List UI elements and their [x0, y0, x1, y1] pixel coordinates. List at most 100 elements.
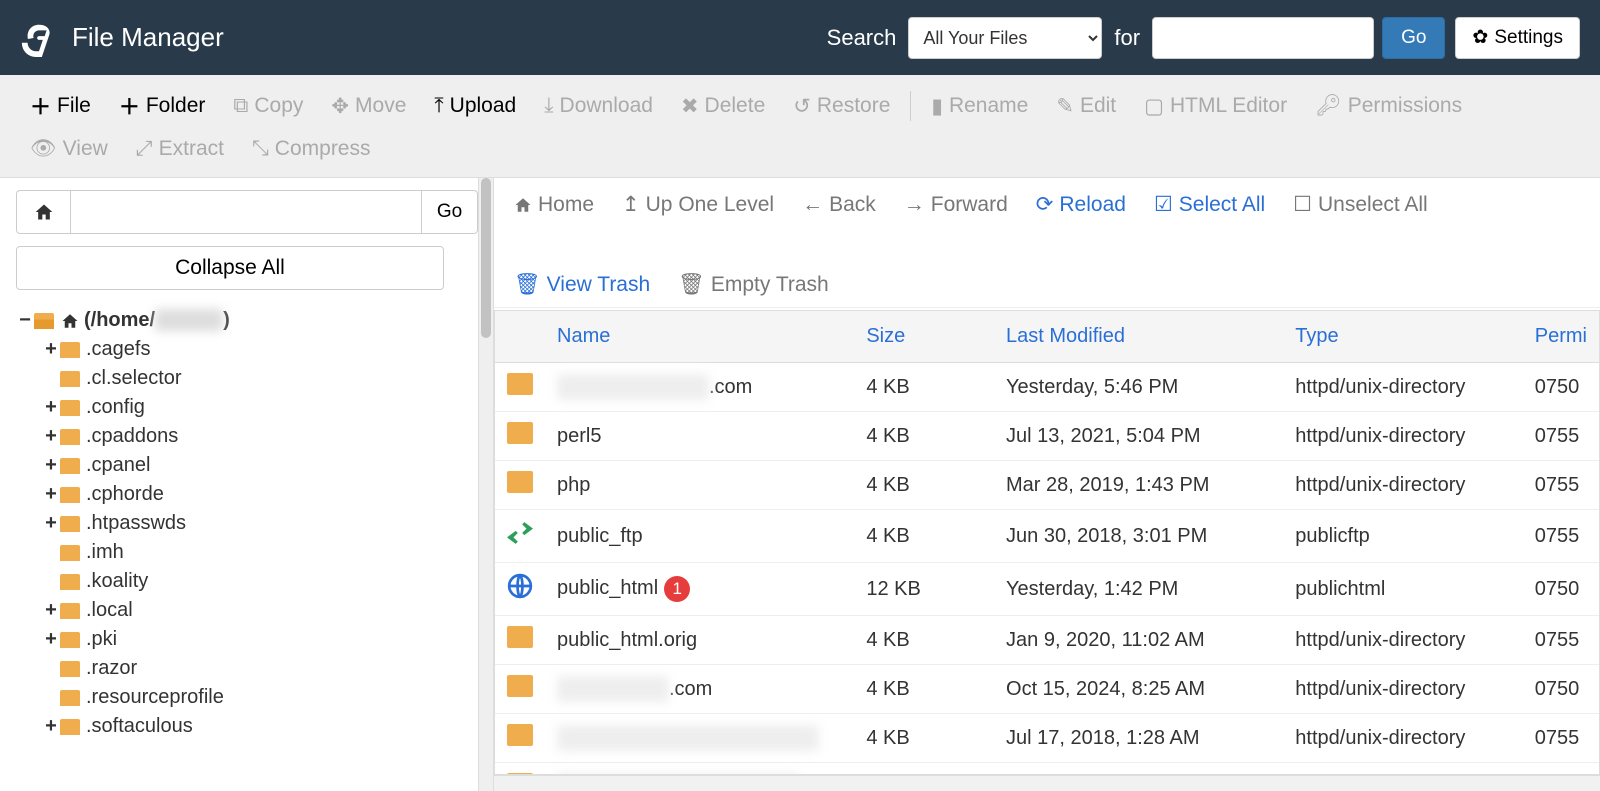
settings-label: Settings: [1494, 27, 1563, 49]
nav-home-button[interactable]: Home: [514, 193, 594, 217]
table-row[interactable]: public_html1 12 KB Yesterday, 1:42 PM pu…: [495, 563, 1599, 616]
expand-icon[interactable]: +: [42, 396, 60, 419]
permissions-button[interactable]: 🔑︎Permissions: [1301, 86, 1476, 126]
header-bar: File Manager Search All Your Files for G…: [0, 0, 1600, 75]
copy-button[interactable]: ⧉Copy: [219, 86, 317, 126]
nav-up-button[interactable]: ↥Up One Level: [622, 192, 774, 217]
search-scope-select[interactable]: All Your Files: [908, 17, 1102, 59]
logo: File Manager: [20, 19, 224, 57]
table-row[interactable]: perl5 4 KB Jul 13, 2021, 5:04 PM httpd/u…: [495, 412, 1599, 461]
new-folder-button[interactable]: ＋Folder: [105, 83, 220, 129]
tree-item[interactable]: .razor: [16, 654, 478, 683]
tree-item[interactable]: .cl.selector: [16, 364, 478, 393]
upload-label: Upload: [450, 94, 517, 118]
tree-item[interactable]: .resourceprofile: [16, 683, 478, 712]
cell-perms: 0755: [1523, 510, 1599, 563]
extract-icon: ⤢: [136, 137, 153, 161]
rename-button[interactable]: ▮Rename: [917, 86, 1042, 127]
new-file-button[interactable]: ＋File: [16, 83, 105, 129]
download-label: Download: [560, 94, 653, 118]
collapse-all-button[interactable]: Collapse All: [16, 246, 444, 290]
view-trash-label: View Trash: [547, 273, 651, 297]
path-go-button[interactable]: Go: [422, 190, 478, 234]
collapse-icon[interactable]: −: [16, 309, 34, 332]
horizontal-scrollbar[interactable]: [494, 775, 1600, 791]
panel-resize-handle[interactable]: [478, 178, 494, 791]
table-row[interactable]: public_html.orig 4 KB Jan 9, 2020, 11:02…: [495, 616, 1599, 665]
expand-icon[interactable]: +: [42, 599, 60, 622]
cell-size: 4 KB: [854, 616, 994, 665]
tree-item[interactable]: +.cpanel: [16, 451, 478, 480]
expand-icon[interactable]: +: [42, 425, 60, 448]
expand-icon[interactable]: +: [42, 454, 60, 477]
edit-button[interactable]: ✎Edit: [1042, 86, 1130, 127]
col-type[interactable]: Type: [1283, 311, 1522, 363]
download-icon: ⤓: [544, 94, 553, 118]
tree-item[interactable]: +.htpasswds: [16, 509, 478, 538]
tree-item[interactable]: +.cpaddons: [16, 422, 478, 451]
expand-icon[interactable]: +: [42, 715, 60, 738]
search-input[interactable]: [1152, 17, 1374, 59]
table-row[interactable]: php 4 KB Mar 28, 2019, 1:43 PM httpd/uni…: [495, 461, 1599, 510]
move-button[interactable]: ✥Move: [317, 86, 420, 127]
tree-item[interactable]: .imh: [16, 538, 478, 567]
download-button[interactable]: ⤓ Download: [530, 86, 667, 126]
search-go-button[interactable]: Go: [1382, 17, 1445, 59]
cell-name: perl5: [545, 412, 854, 461]
nav-back-button[interactable]: ←Back: [802, 193, 876, 217]
table-row[interactable]: xxxxxxxxxx.com 4 KB Oct 15, 2024, 8:25 A…: [495, 665, 1599, 714]
tree-item[interactable]: +.cphorde: [16, 480, 478, 509]
tree-root[interactable]: − (/home/xxxxxx): [16, 306, 478, 335]
tree-item[interactable]: +.softaculous: [16, 712, 478, 741]
view-button[interactable]: 👁︎View: [16, 129, 122, 169]
nav-reload-button[interactable]: ⟳Reload: [1036, 192, 1126, 217]
edit-label: Edit: [1080, 94, 1116, 118]
compress-button[interactable]: ⤡Compress: [238, 129, 385, 169]
folder-icon: [60, 429, 80, 445]
html-editor-button[interactable]: ▢HTML Editor: [1130, 86, 1301, 127]
separator: [910, 91, 911, 121]
col-name[interactable]: Name: [545, 311, 854, 363]
expand-icon[interactable]: +: [42, 338, 60, 361]
permissions-label: Permissions: [1348, 94, 1462, 118]
move-label: Move: [355, 94, 406, 118]
expand-icon[interactable]: +: [42, 483, 60, 506]
expand-icon[interactable]: +: [42, 512, 60, 535]
tree-item[interactable]: +.local: [16, 596, 478, 625]
cell-perms: 0755: [1523, 714, 1599, 763]
trash-icon: 🗑︎: [678, 273, 705, 297]
path-input[interactable]: [70, 190, 422, 234]
table-row[interactable]: xxxxxxxxxxxxxx.com 4 KB Yesterday, 5:46 …: [495, 363, 1599, 412]
home-button[interactable]: [16, 190, 70, 234]
col-perms[interactable]: Permi: [1523, 311, 1599, 363]
col-icon: [495, 311, 545, 363]
settings-button[interactable]: ✿ Settings: [1455, 17, 1580, 59]
folder-icon: [507, 773, 533, 775]
table-row[interactable]: public_ftp 4 KB Jun 30, 2018, 3:01 PM pu…: [495, 510, 1599, 563]
tree-item[interactable]: .koality: [16, 567, 478, 596]
table-row[interactable]: xxxxxxxxxxxxxxxxxxxxxxxxx 4 KB Jul 17, 2…: [495, 714, 1599, 763]
key-icon: 🔑︎: [1315, 94, 1342, 118]
empty-trash-button[interactable]: 🗑︎Empty Trash: [678, 273, 829, 297]
nav-forward-button[interactable]: →Forward: [904, 193, 1008, 217]
nav-unselect-all-button[interactable]: ☐Unselect All: [1293, 192, 1428, 217]
tree-item[interactable]: +.config: [16, 393, 478, 422]
cell-perms: 0755: [1523, 412, 1599, 461]
restore-button[interactable]: ↺Restore: [779, 86, 904, 127]
col-modified[interactable]: Last Modified: [994, 311, 1283, 363]
view-trash-button[interactable]: 🗑︎View Trash: [514, 273, 650, 297]
col-size[interactable]: Size: [854, 311, 994, 363]
extract-button[interactable]: ⤢Extract: [122, 129, 238, 169]
nav-select-all-button[interactable]: ☑Select All: [1154, 192, 1265, 217]
tree-item[interactable]: + .cagefs: [16, 335, 478, 364]
cell-name: xxxxxxxxxxxxxxxxxxxxxxx.com: [545, 763, 854, 776]
expand-icon[interactable]: +: [42, 628, 60, 651]
tree-label: .cagefs: [86, 338, 150, 361]
upload-button[interactable]: ⤒Upload: [420, 86, 530, 126]
delete-button[interactable]: ✖Delete: [667, 86, 779, 127]
cell-modified: Jul 13, 2021, 5:04 PM: [994, 412, 1283, 461]
scrollbar-thumb[interactable]: [481, 178, 491, 338]
table-row[interactable]: xxxxxxxxxxxxxxxxxxxxxxx.com 4 KB Oct 9, …: [495, 763, 1599, 776]
cell-type: httpd/unix-directory: [1283, 665, 1522, 714]
tree-item[interactable]: +.pki: [16, 625, 478, 654]
